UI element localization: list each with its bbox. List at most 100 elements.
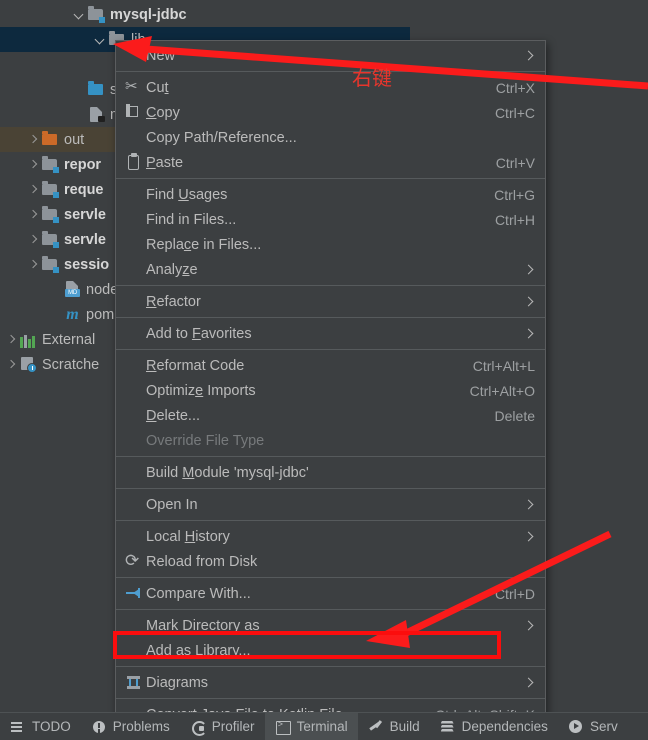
module-folder-icon — [42, 156, 59, 173]
compare-icon — [122, 585, 146, 602]
menu-item[interactable]: Diagrams — [116, 670, 545, 695]
menu-separator — [116, 349, 545, 350]
menu-item[interactable]: Compare With... Ctrl+D — [116, 581, 545, 606]
menu-item[interactable]: Find Usages Ctrl+G — [116, 182, 545, 207]
menu-item[interactable]: Find in Files... Ctrl+H — [116, 207, 545, 232]
status-bar-item-label: TODO — [32, 719, 71, 734]
source-folder-icon — [88, 81, 105, 98]
build-icon — [368, 719, 384, 735]
menu-item-icon-empty — [122, 211, 146, 228]
status-bar-item[interactable]: Terminal — [264, 712, 358, 740]
menu-item[interactable]: Replace in Files... — [116, 232, 545, 257]
status-bar-item-label: Dependencies — [461, 719, 548, 734]
menu-item-icon-empty — [122, 528, 146, 545]
menu-item[interactable]: Add as Library... — [116, 638, 545, 663]
tree-twisty-right-icon[interactable] — [26, 158, 39, 171]
menu-item-label: Override File Type — [146, 432, 265, 449]
menu-item[interactable]: Reload from Disk — [116, 549, 545, 574]
tree-row-label: repor — [64, 156, 102, 173]
tree-twisty-right-icon[interactable] — [26, 258, 39, 271]
module-folder-icon — [42, 206, 59, 223]
terminal-icon — [275, 719, 291, 735]
status-bar-item-label: Serv — [589, 719, 618, 734]
markdown-file-icon: MD — [64, 281, 81, 298]
menu-item[interactable]: Delete... Delete — [116, 403, 545, 428]
menu-separator — [116, 178, 545, 179]
dependencies-icon — [440, 719, 456, 735]
menu-item[interactable]: Cut Ctrl+X — [116, 75, 545, 100]
tree-twisty-down-icon[interactable] — [93, 33, 106, 46]
tree-twisty-right-icon[interactable] — [4, 333, 17, 346]
menu-item-label: Add as Library... — [146, 642, 251, 659]
tree-twisty-right-icon[interactable] — [4, 358, 17, 371]
menu-separator — [116, 71, 545, 72]
tree-twisty-down-icon[interactable] — [72, 8, 85, 21]
status-bar: TODO Problems Profiler Terminal Build Depende… — [0, 712, 648, 740]
menu-item-icon-empty — [122, 617, 146, 634]
menu-item-label: Local History — [146, 528, 230, 545]
profiler-icon — [190, 719, 207, 736]
menu-item-label: Build Module 'mysql-jdbc' — [146, 464, 309, 481]
menu-item[interactable]: Local History — [116, 524, 545, 549]
tree-row-label: servle — [64, 206, 106, 223]
menu-item-shortcut: Ctrl+Alt+L — [472, 357, 535, 374]
menu-item[interactable]: Add to Favorites — [116, 321, 545, 346]
menu-item-icon-empty — [122, 642, 146, 659]
tree-row[interactable]: mysql-jdbc — [0, 2, 410, 27]
services-icon — [568, 719, 584, 735]
tree-twisty-right-icon[interactable] — [26, 183, 39, 196]
menu-item[interactable]: Paste Ctrl+V — [116, 150, 545, 175]
menu-item-label: New — [146, 47, 176, 64]
chevron-right-icon — [523, 620, 535, 632]
menu-item[interactable]: Reformat Code Ctrl+Alt+L — [116, 353, 545, 378]
menu-item[interactable]: Copy Path/Reference... — [116, 125, 545, 150]
status-bar-item[interactable]: Dependencies — [430, 713, 558, 740]
menu-item-label: Copy — [146, 104, 180, 121]
menu-item-icon-empty — [122, 293, 146, 310]
diagrams-icon — [122, 674, 146, 691]
menu-item[interactable]: Optimize Imports Ctrl+Alt+O — [116, 378, 545, 403]
menu-item-icon-empty — [122, 325, 146, 342]
chevron-right-icon — [523, 328, 535, 340]
module-folder-icon — [42, 231, 59, 248]
menu-item[interactable]: Copy Ctrl+C — [116, 100, 545, 125]
status-bar-item[interactable]: Problems — [81, 713, 180, 740]
chevron-right-icon — [523, 264, 535, 276]
tree-row-label: out — [64, 131, 85, 148]
tree-row-label: reque — [64, 181, 104, 198]
module-folder-icon — [42, 181, 59, 198]
cut-icon — [122, 78, 146, 96]
menu-item[interactable]: New — [116, 43, 545, 68]
tree-twisty-none-icon — [48, 283, 61, 296]
menu-item: Override File Type — [116, 428, 545, 453]
menu-item[interactable]: Build Module 'mysql-jdbc' — [116, 460, 545, 485]
menu-item-shortcut: Ctrl+D — [494, 585, 535, 602]
menu-item[interactable]: Analyze — [116, 257, 545, 282]
file-icon — [88, 106, 105, 123]
context-menu[interactable]: New Cut Ctrl+X Copy Ctrl+C Copy Path/Referenc… — [115, 40, 546, 730]
menu-item[interactable]: Open In — [116, 492, 545, 517]
tree-twisty-right-icon[interactable] — [26, 133, 39, 146]
menu-item-label: Reload from Disk — [146, 553, 258, 570]
status-bar-item-label: Profiler — [211, 719, 255, 734]
tree-twisty-right-icon[interactable] — [26, 233, 39, 246]
status-bar-item-label: Build — [389, 719, 420, 734]
status-bar-item[interactable]: Serv — [558, 713, 628, 740]
tree-row-label: servle — [64, 231, 106, 248]
menu-item-icon-empty — [122, 261, 146, 278]
menu-item[interactable]: Mark Directory as — [116, 613, 545, 638]
menu-item[interactable]: Refactor — [116, 289, 545, 314]
menu-item-icon-empty — [122, 357, 146, 374]
status-bar-item[interactable]: Profiler — [180, 713, 265, 740]
out-folder-icon — [42, 131, 59, 148]
status-bar-item[interactable]: TODO — [0, 713, 81, 740]
copy-icon — [122, 104, 146, 121]
menu-item-label: Refactor — [146, 293, 201, 310]
problems-icon — [91, 719, 107, 735]
menu-item-icon-empty — [122, 464, 146, 481]
menu-item-icon-empty — [122, 407, 146, 424]
tree-twisty-right-icon[interactable] — [26, 208, 39, 221]
menu-item-label: Find in Files... — [146, 211, 237, 228]
menu-item-shortcut: Ctrl+Alt+O — [469, 382, 535, 399]
status-bar-item[interactable]: Build — [358, 713, 430, 740]
